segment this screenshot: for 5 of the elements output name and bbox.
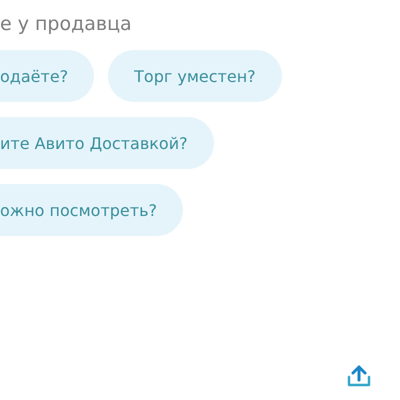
section-heading: е у продавца <box>0 12 133 35</box>
question-chip[interactable]: ожно посмотреть? <box>0 184 184 236</box>
question-chip[interactable]: одаёте? <box>0 50 94 102</box>
question-chip[interactable]: Торг уместен? <box>108 50 282 102</box>
question-chip[interactable]: ите Авито Доставкой? <box>0 117 214 169</box>
